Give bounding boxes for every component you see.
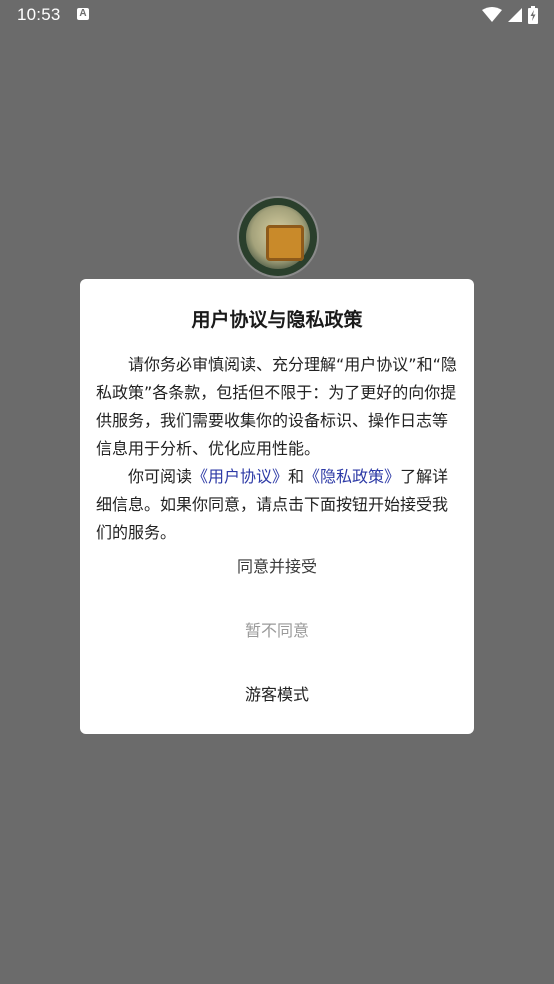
- privacy-dialog: 用户协议与隐私政策 请你务必审慎阅读、充分理解“用户协议”和“隐私政策”各条款，…: [80, 279, 474, 734]
- logo-badge: [246, 205, 310, 269]
- notification-a-icon: A: [77, 8, 89, 20]
- app-logo: [239, 198, 317, 276]
- paragraph2-and: 和: [288, 467, 305, 486]
- book-icon: [266, 225, 304, 261]
- dialog-body: 请你务必审慎阅读、充分理解“用户协议”和“隐私政策”各条款，包括但不限于：为了更…: [96, 351, 458, 547]
- guest-mode-button[interactable]: 游客模式: [80, 681, 474, 705]
- dialog-paragraph-2: 你可阅读《用户协议》和《隐私政策》了解详细信息。如果你同意，请点击下面按钮开始接…: [96, 463, 458, 547]
- dialog-paragraph-1: 请你务必审慎阅读、充分理解“用户协议”和“隐私政策”各条款，包括但不限于：为了更…: [96, 355, 457, 458]
- battery-icon: [528, 6, 538, 24]
- wifi-icon: [482, 7, 502, 22]
- user-agreement-link[interactable]: 《用户协议》: [192, 467, 288, 486]
- status-icons: [482, 6, 538, 24]
- dialog-title: 用户协议与隐私政策: [191, 309, 363, 331]
- privacy-policy-link[interactable]: 《隐私政策》: [304, 467, 400, 486]
- cellular-signal-icon: [508, 8, 522, 22]
- disagree-button[interactable]: 暂不同意: [80, 617, 474, 641]
- status-time: 10:53: [17, 5, 61, 24]
- agree-button[interactable]: 同意并接受: [80, 553, 474, 577]
- paragraph2-prefix: 你可阅读: [128, 467, 193, 486]
- status-bar: 10:53 A: [0, 0, 554, 30]
